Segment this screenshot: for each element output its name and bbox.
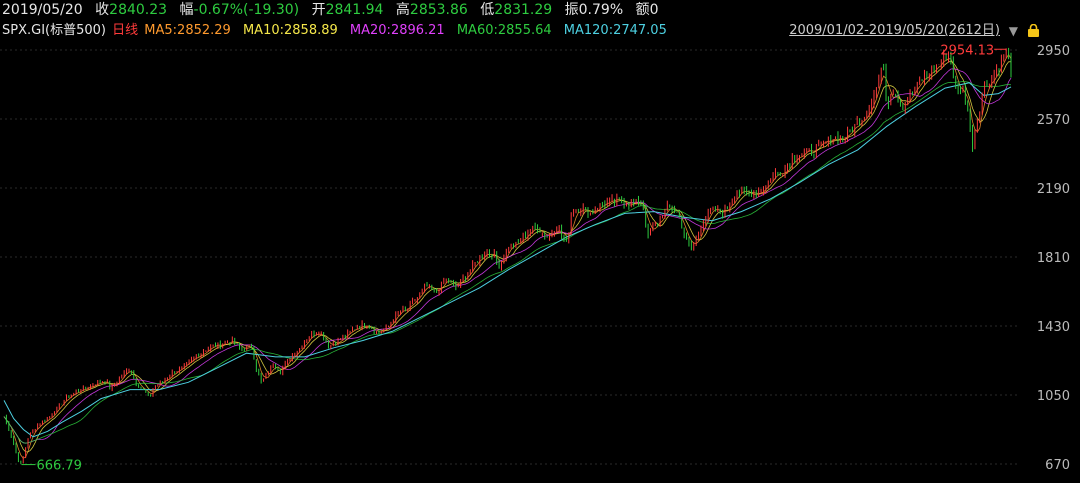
close-label: 收 [95,2,110,18]
amount-label: 额 [635,2,650,18]
lock-icon[interactable] [1027,24,1040,37]
y-tick-label: 1050 [1037,389,1070,404]
annotations: 666.79 2954.13 [21,43,1007,474]
high-value: 2853.86 [409,2,468,18]
open-label: 开 [311,2,326,18]
period-label[interactable]: 日线 [112,22,138,40]
series-layer [3,53,1012,459]
change-label: 幅 [179,2,194,18]
low-label: 低 [480,2,495,18]
open-value: 2841.94 [325,2,384,18]
change-value: -0.67%(-19.30) [193,2,300,18]
amplitude-value: 0.79% [578,2,624,18]
y-tick-label: 2950 [1037,44,1070,59]
y-tick-label: 1430 [1037,320,1070,335]
y-tick-label: 1810 [1037,251,1070,266]
high-label: 2954.13 [940,43,994,58]
ma5-line [3,53,1012,459]
low-value: 2831.29 [494,2,553,18]
y-tick-label: 2570 [1037,113,1070,128]
quote-date: 2019/05/20 [2,2,83,18]
chevron-down-icon[interactable]: ▼ [1009,24,1018,38]
ma60-value: MA60:2855.64 [456,23,552,38]
close-value: 2840.23 [109,2,168,18]
ma5-value: MA5:2852.29 [144,23,231,38]
y-tick-label: 670 [1045,458,1070,473]
ma10-value: MA10:2858.89 [242,23,338,38]
y-axis: 2950 2570 2190 1810 1430 1050 670 [1037,44,1070,473]
symbol-label[interactable]: SPX.GI(标普500) [2,22,106,40]
candle-layer [5,47,1012,464]
price-chart[interactable]: 2950 2570 2190 1810 1430 1050 670 666.79 2954.1… [0,40,1080,483]
quote-header: 2019/05/20 收2840.23 幅-0.67%(-19.30) 开284… [0,0,1080,22]
y-tick-label: 2190 [1037,182,1070,197]
ma120-value: MA120:2747.05 [563,23,667,38]
low-label: 666.79 [36,459,82,474]
date-range-selector[interactable]: 2009/01/02-2019/05/20(2612日) [789,22,1000,40]
amplitude-label: 振 [564,2,579,18]
amount-value: 0 [649,2,659,18]
high-label: 高 [395,2,410,18]
ma20-value: MA20:2896.21 [349,23,445,38]
